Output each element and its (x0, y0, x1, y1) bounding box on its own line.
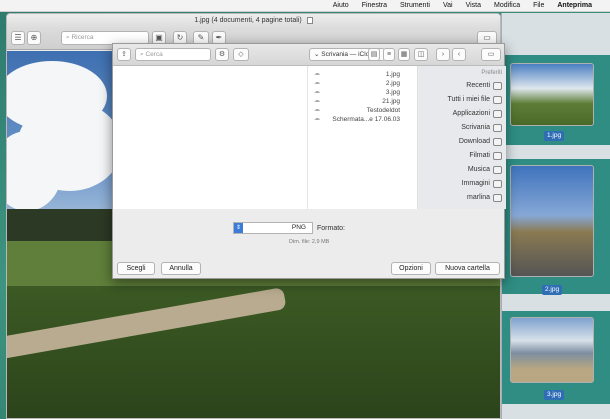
format-select[interactable]: ⇕ PNG (233, 222, 313, 234)
sidebar-item-filmati[interactable]: Filmati (469, 150, 502, 162)
thumbnail-3-label: 3.jpg (544, 390, 565, 400)
thumbnail-2-label: 2.jpg (542, 285, 563, 295)
thumbnail-1-label: 1.jpg (544, 131, 565, 141)
choose-button[interactable]: Scegli (117, 262, 155, 275)
sidebar-header: Preferiti (481, 70, 502, 76)
dialog-search-placeholder: Cerca (145, 51, 163, 58)
movies-icon (493, 152, 502, 160)
clock-icon (493, 82, 502, 90)
tag-button[interactable]: ◇ (233, 48, 249, 61)
icloud-icon: ☁ (314, 107, 320, 113)
sidebar-toggle-button[interactable]: ▭ (481, 48, 501, 61)
file-row[interactable]: ☁ 3.jpg (308, 88, 418, 97)
save-dialog: ⇪ ⌕ Cerca ⚙ ◇ ⌄ Scrivania — iCloud ▤ ≡ ▦… (112, 43, 506, 280)
file-size-label: Dim. file: 2,9 MB (289, 239, 330, 245)
sidebar-item-label: marlina (467, 194, 490, 201)
window-title: 1.jpg (4 documenti, 4 pagine totali) (194, 17, 302, 24)
cancel-button[interactable]: Annulla (161, 262, 201, 275)
action-gear-button[interactable]: ⚙ (215, 48, 229, 61)
sidebar-item-scrivania[interactable]: Scrivania (461, 122, 502, 134)
home-icon (493, 194, 502, 202)
file-row[interactable]: ☁ Testodeldot (308, 106, 418, 115)
file-row[interactable]: ☁ 1.jpg (308, 70, 418, 79)
sidebar-item-marlina[interactable]: marlina (467, 192, 502, 204)
sidebar-item-label: Recenti (466, 82, 490, 89)
view-icons-button[interactable]: ▦ (398, 48, 410, 61)
file-row[interactable]: ☁ 21.jpg (308, 97, 418, 106)
sidebar-item-recenti[interactable]: Recenti (466, 80, 502, 92)
dialog-sidebar: Preferiti Recenti Tutti i miei file Appl… (419, 66, 506, 209)
menu-modifica[interactable]: Modifica (494, 2, 520, 9)
icloud-icon: ☁ (314, 89, 320, 95)
menu-anteprima[interactable]: Anteprima (557, 2, 592, 9)
format-value: PNG (291, 224, 306, 231)
menu-aiuto[interactable]: Aiuto (333, 2, 349, 9)
file-row[interactable]: ☁ Schermata...e 17.06.03 (308, 115, 418, 124)
sidebar-item-label: Download (458, 138, 490, 145)
files-icon (493, 96, 502, 104)
thumbnail-1[interactable] (510, 63, 594, 126)
icloud-icon: ☁ (314, 98, 320, 104)
sidebar-item-download[interactable]: Download (459, 136, 502, 148)
desktop-icon (493, 124, 502, 132)
dialog-toolbar: ⇪ ⌕ Cerca ⚙ ◇ ⌄ Scrivania — iCloud ▤ ≡ ▦… (113, 44, 504, 66)
file-column: ☁ 1.jpg ☁ 2.jpg ☁ 3.jpg ☁ 21.jpg ☁ Testodeldo… (307, 66, 417, 209)
menu-strumenti[interactable]: Strumenti (400, 2, 430, 9)
sidebar-item-label: Tutti i miei file (447, 96, 490, 103)
file-browser: ☁ 1.jpg ☁ 2.jpg ☁ 3.jpg ☁ 21.jpg ☁ Testodeldo… (113, 66, 418, 209)
share-button[interactable]: ⇪ (117, 48, 131, 61)
file-name: 2.jpg (385, 80, 400, 87)
icloud-icon: ☁ (314, 80, 320, 86)
thumbnail-3[interactable] (510, 317, 594, 383)
file-row[interactable]: ☁ 2.jpg (308, 79, 418, 88)
sidebar-item-label: Filmati (469, 152, 490, 159)
new-folder-button[interactable]: Nuova cartella (435, 262, 500, 275)
file-name: 1.jpg (385, 71, 400, 78)
thumbnail-sidebar: 1.jpg 2.jpg 3.jpg (501, 13, 610, 419)
forward-button[interactable]: › (436, 48, 450, 61)
options-button[interactable]: Opzioni (391, 262, 431, 275)
window-titlebar: 1.jpg (4 documenti, 4 pagine totali) (7, 14, 500, 28)
view-columns-button[interactable]: ▤ (368, 48, 380, 61)
download-icon (493, 138, 502, 146)
format-row: ⇕ PNG Formato: (233, 222, 345, 234)
sidebar-item-label: Musica (467, 166, 490, 173)
sidebar-item-tutti[interactable]: Tutti i miei file (447, 94, 502, 106)
view-gallery-button[interactable]: ◫ (414, 48, 428, 61)
chevron-updown-icon: ⇕ (234, 223, 243, 233)
sidebar-item-applicazioni[interactable]: Applicazioni (453, 108, 502, 120)
file-name: 21.jpg (382, 98, 400, 105)
menu-bar: Anteprima File Modifica Vista Vai Strume… (0, 0, 610, 12)
sidebar-item-immagini[interactable]: Immagini (462, 178, 502, 190)
sidebar-item-musica[interactable]: Musica (468, 164, 502, 176)
music-icon (493, 166, 502, 174)
dialog-search-input[interactable]: ⌕ Cerca (135, 48, 211, 61)
menu-finestra[interactable]: Finestra (362, 2, 387, 9)
search-placeholder: Ricerca (71, 34, 94, 41)
pictures-icon (493, 180, 502, 188)
menu-vista[interactable]: Vista (466, 2, 481, 9)
sidebar-item-label: Immagini (461, 180, 490, 187)
menu-file[interactable]: File (533, 2, 544, 9)
icloud-icon: ☁ (314, 71, 320, 77)
view-list-button[interactable]: ≡ (383, 48, 395, 61)
back-button[interactable]: ‹ (452, 48, 466, 61)
sidebar-item-label: Applicazioni (452, 110, 490, 117)
thumbnail-2[interactable] (510, 165, 594, 277)
file-name: Schermata...e 17.06.03 (332, 116, 400, 123)
dialog-footer: Scegli Annulla Opzioni Nuova cartella (113, 260, 504, 280)
icloud-icon: ☁ (314, 116, 320, 122)
document-icon (306, 16, 313, 24)
menu-vai[interactable]: Vai (443, 2, 453, 9)
applications-icon (493, 110, 502, 118)
sidebar-toggle-button[interactable]: ☰ (11, 31, 25, 45)
file-name: Testodeldot (366, 107, 400, 114)
file-name: 3.jpg (385, 89, 400, 96)
format-label: Formato: (317, 224, 346, 232)
sidebar-item-label: Scrivania (461, 124, 490, 131)
zoom-button[interactable]: ⊕ (27, 31, 41, 45)
